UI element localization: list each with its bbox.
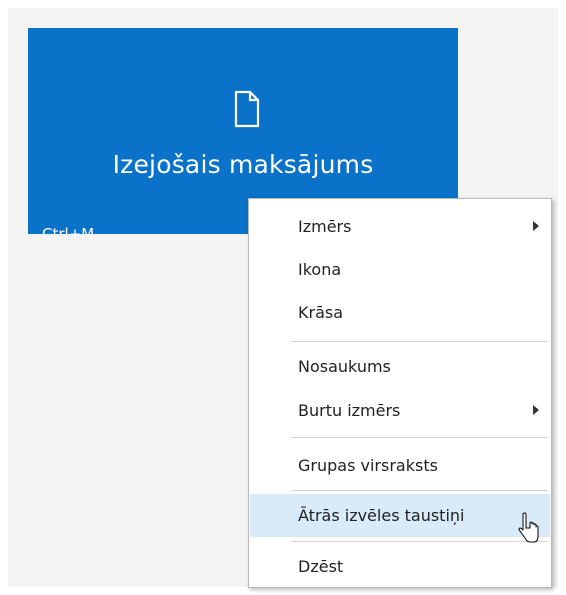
menu-item-size[interactable]: Izmērs: [250, 205, 550, 248]
menu-item-label: Dzēst: [298, 557, 344, 576]
menu-item-icon[interactable]: Ikona: [250, 248, 550, 291]
mouse-pointer-icon: [518, 512, 539, 543]
menu-item-font-size[interactable]: Burtu izmērs: [250, 389, 550, 432]
menu-item-label: Izmērs: [298, 217, 352, 236]
menu-item-name[interactable]: Nosaukums: [250, 345, 550, 388]
menu-item-label: Krāsa: [298, 303, 344, 322]
menu-item-label: Ātrās izvēles taustiņi: [298, 506, 465, 525]
submenu-arrow-icon: [533, 405, 539, 415]
menu-item-label: Nosaukums: [298, 357, 391, 376]
submenu-arrow-icon: [533, 221, 539, 231]
tile-title: Izejošais maksājums: [112, 150, 374, 179]
menu-separator: [291, 341, 548, 342]
menu-item-label: Grupas virsraksts: [298, 456, 438, 475]
tile-shortcut-label: Ctrl+M: [42, 225, 95, 243]
menu-separator: [291, 437, 548, 438]
menu-item-delete[interactable]: Dzēst: [250, 545, 550, 588]
menu-item-group-heading[interactable]: Grupas virsraksts: [250, 444, 550, 487]
menu-separator: [291, 541, 548, 542]
menu-item-label: Ikona: [298, 260, 342, 279]
document-icon: [234, 90, 260, 128]
menu-separator: [291, 490, 548, 491]
context-menu: Izmērs Ikona Krāsa Nosaukums Burtu izmēr…: [248, 198, 552, 588]
menu-item-label: Burtu izmērs: [298, 401, 401, 420]
menu-item-shortcut-keys[interactable]: Ātrās izvēles taustiņi: [250, 494, 550, 537]
menu-item-color[interactable]: Krāsa: [250, 291, 550, 334]
